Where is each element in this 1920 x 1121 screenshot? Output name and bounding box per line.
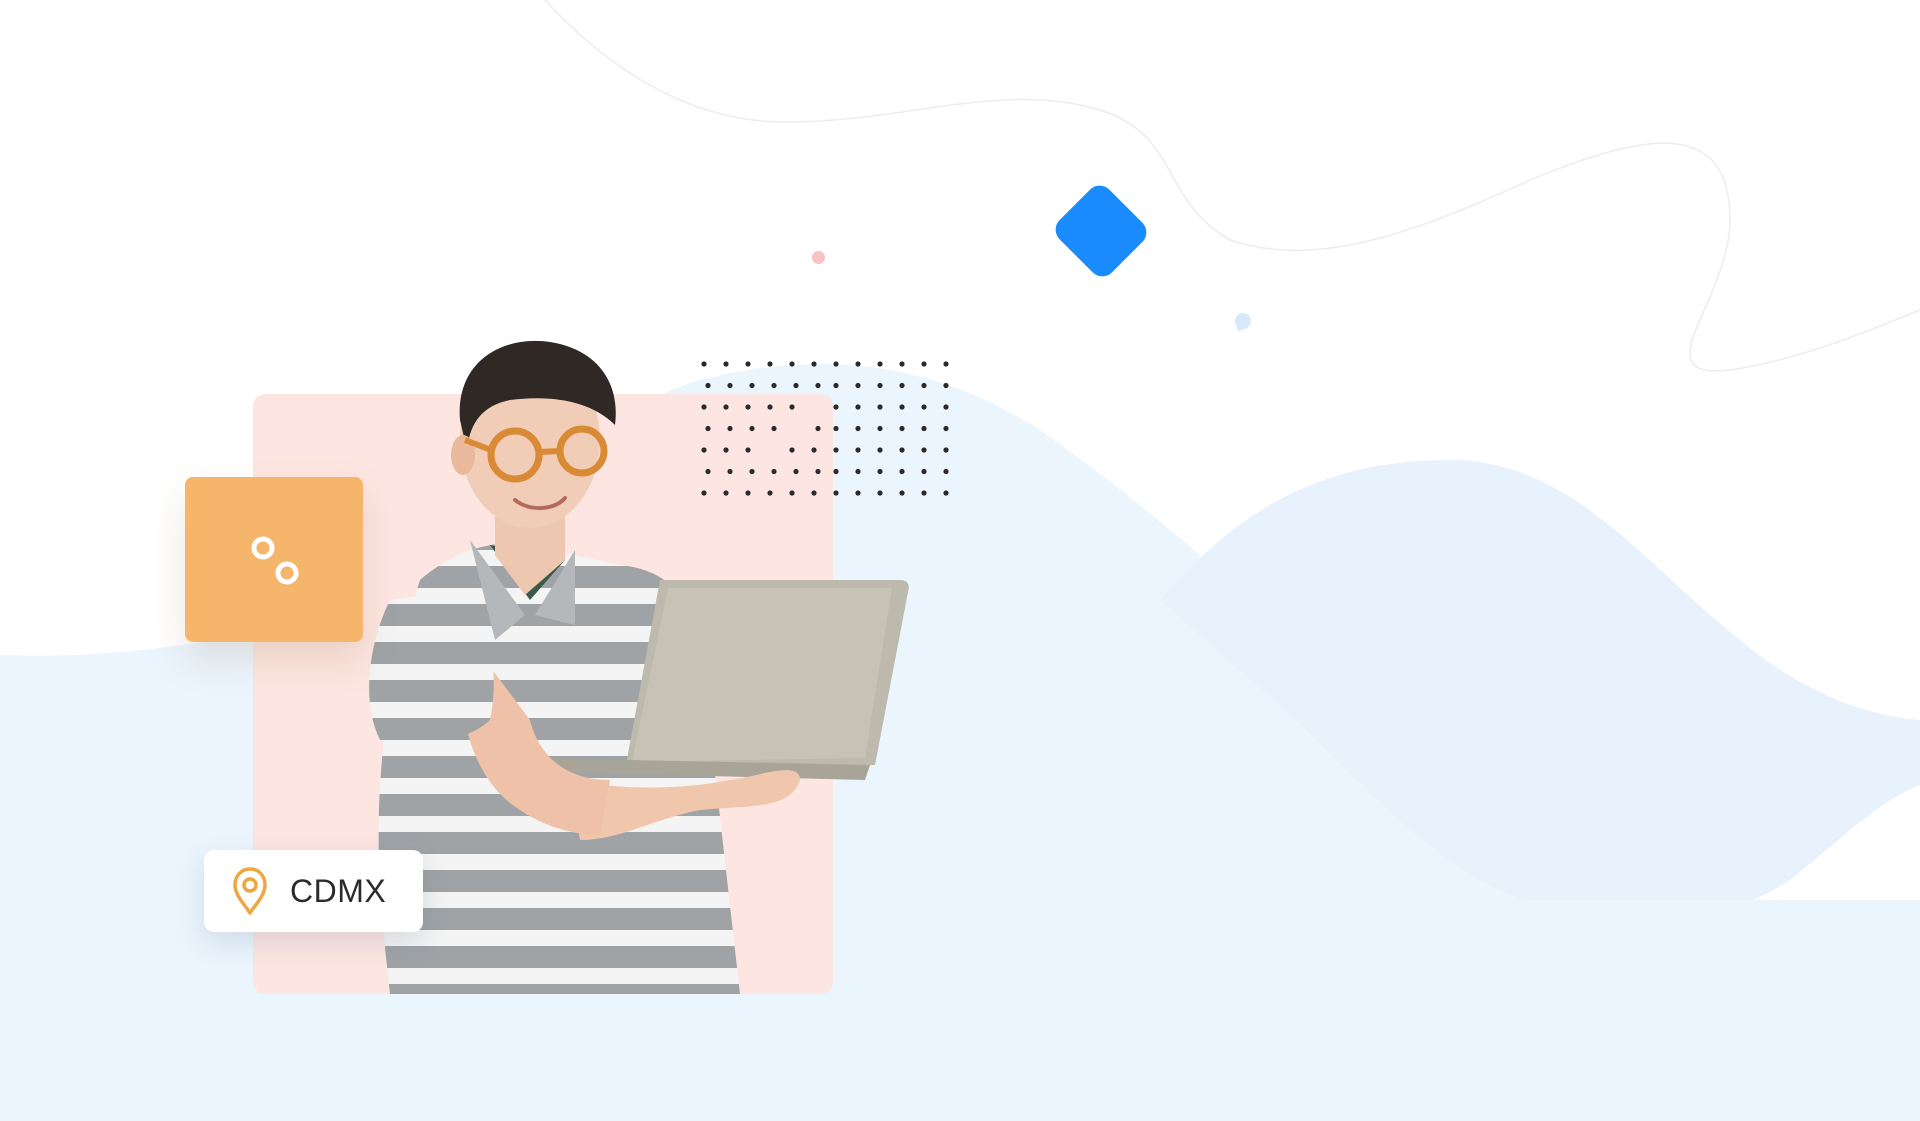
grid-dot bbox=[943, 361, 949, 367]
feature-card bbox=[185, 477, 363, 642]
location-label: CDMX bbox=[290, 872, 387, 909]
grid-dot bbox=[943, 382, 949, 389]
grid-dot bbox=[943, 447, 949, 453]
grid-dot bbox=[921, 425, 927, 432]
grid-dot bbox=[943, 425, 949, 432]
grid-dot bbox=[921, 468, 927, 475]
grid-dot bbox=[921, 382, 927, 389]
grid-dot bbox=[921, 447, 927, 453]
grid-dot bbox=[921, 361, 927, 367]
accent-dot-pink bbox=[812, 251, 825, 264]
grid-dot bbox=[921, 490, 927, 496]
grid-dot bbox=[943, 468, 949, 475]
location-chip[interactable]: CDMX bbox=[204, 850, 423, 932]
grid-dot bbox=[943, 404, 949, 410]
hero-illustration: CDMX bbox=[0, 0, 1920, 1121]
contour-line bbox=[544, 0, 1920, 372]
map-pin-icon bbox=[233, 867, 267, 915]
connection-nodes-icon bbox=[251, 536, 299, 584]
grid-dot bbox=[943, 490, 949, 496]
grid-dot bbox=[921, 404, 927, 410]
